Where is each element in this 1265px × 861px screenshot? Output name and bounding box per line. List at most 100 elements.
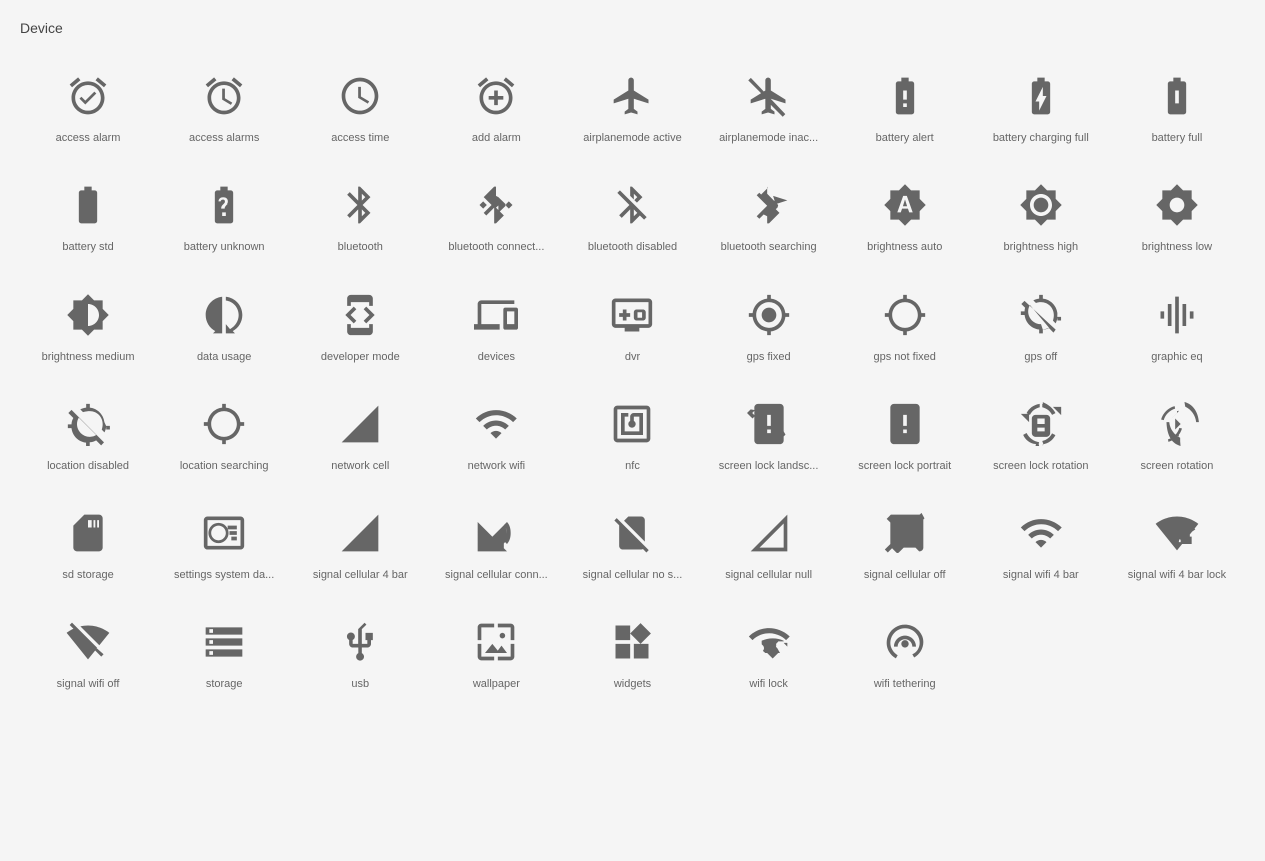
graphic-eq-icon: graphic eq [1109,275,1245,374]
brightness-medium-icon [63,290,113,340]
network-cell-icon: network cell [292,384,428,483]
icon-label: screen rotation [1141,459,1214,473]
icon-label: screen lock landsc... [719,459,819,473]
icon-label: signal wifi 4 bar [1003,568,1079,582]
icon-label: signal cellular off [864,568,946,582]
battery-full-icon [1152,71,1202,121]
gps-off-icon [1016,290,1066,340]
developer-mode-icon [335,290,385,340]
signal-cellular-null-icon: signal cellular null [701,493,837,592]
location-searching-icon [199,399,249,449]
screen-lock-portrait-icon: screen lock portrait [837,384,973,483]
icon-label: usb [351,677,369,691]
icon-label: network wifi [468,459,525,473]
network-wifi-icon: network wifi [428,384,564,483]
graphic-eq-icon [1152,290,1202,340]
wifi-lock-icon [744,617,794,667]
signal-cellular-connected-icon: signal cellular conn... [428,493,564,592]
icon-label: access alarms [189,131,259,145]
dvr-icon: dvr [564,275,700,374]
icon-label: location searching [180,459,269,473]
dvr-icon [607,290,657,340]
icon-label: battery std [62,240,113,254]
icon-label: airplanemode inac... [719,131,818,145]
icon-label: graphic eq [1151,350,1202,364]
access-alarm-icon: access alarm [20,56,156,155]
screen-lock-rotation-icon [1016,399,1066,449]
brightness-low-icon [1152,180,1202,230]
screen-lock-landscape-icon: screen lock landsc... [701,384,837,483]
icon-label: data usage [197,350,251,364]
bluetooth-icon [335,180,385,230]
access-alarms-icon [199,71,249,121]
airplanemode-inactive-icon [744,71,794,121]
icon-label: brightness auto [867,240,942,254]
icon-label: access alarm [56,131,121,145]
airplanemode-active-icon: airplanemode active [564,56,700,155]
brightness-low-icon: brightness low [1109,165,1245,264]
settings-system-daydream-icon [199,508,249,558]
icon-label: network cell [331,459,389,473]
icon-label: bluetooth searching [721,240,817,254]
icon-label: battery charging full [993,131,1089,145]
icon-label: developer mode [321,350,400,364]
bluetooth-connected-icon: bluetooth connect... [428,165,564,264]
icon-label: wifi lock [749,677,788,691]
gps-fixed-icon [744,290,794,340]
icon-label: settings system da... [174,568,274,582]
icon-label: gps not fixed [874,350,936,364]
icon-label: signal cellular null [725,568,812,582]
access-time-icon: access time [292,56,428,155]
brightness-auto-icon [880,180,930,230]
wallpaper-icon: wallpaper [428,602,564,701]
icon-label: battery unknown [184,240,265,254]
gps-fixed-icon: gps fixed [701,275,837,374]
nfc-icon: nfc [564,384,700,483]
icon-label: bluetooth [338,240,383,254]
wifi-lock-icon: wifi lock [701,602,837,701]
signal-wifi-4bar-icon: signal wifi 4 bar [973,493,1109,592]
signal-cellular-no-sim-icon: signal cellular no s... [564,493,700,592]
signal-wifi-4bar-lock-icon: signal wifi 4 bar lock [1109,493,1245,592]
sd-storage-icon: sd storage [20,493,156,592]
icon-label: gps fixed [747,350,791,364]
screen-lock-rotation-icon: screen lock rotation [973,384,1109,483]
devices-icon [471,290,521,340]
icon-label: devices [478,350,515,364]
signal-cellular-no-sim-icon [607,508,657,558]
bluetooth-connected-icon [471,180,521,230]
data-usage-icon: data usage [156,275,292,374]
network-cell-icon [335,399,385,449]
icon-label: signal wifi off [57,677,120,691]
widgets-icon: widgets [564,602,700,701]
brightness-high-icon [1016,180,1066,230]
icon-label: airplanemode active [583,131,681,145]
icon-label: screen lock portrait [858,459,951,473]
icon-label: screen lock rotation [993,459,1088,473]
airplanemode-inactive-icon: airplanemode inac... [701,56,837,155]
sd-storage-icon [63,508,113,558]
battery-alert-icon: battery alert [837,56,973,155]
icon-label: battery alert [876,131,934,145]
battery-std-icon: battery std [20,165,156,264]
brightness-auto-icon: brightness auto [837,165,973,264]
bluetooth-icon: bluetooth [292,165,428,264]
signal-wifi-off-icon: signal wifi off [20,602,156,701]
icon-label: wallpaper [473,677,520,691]
network-wifi-icon [471,399,521,449]
icon-label: brightness high [1004,240,1079,254]
screen-rotation-icon [1152,399,1202,449]
bluetooth-searching-icon: bluetooth searching [701,165,837,264]
wifi-tethering-icon [880,617,930,667]
wifi-tethering-icon: wifi tethering [837,602,973,701]
widgets-icon [607,617,657,667]
icon-label: add alarm [472,131,521,145]
battery-alert-icon [880,71,930,121]
bluetooth-searching-icon [744,180,794,230]
location-disabled-icon: location disabled [20,384,156,483]
icon-label: location disabled [47,459,129,473]
brightness-high-icon: brightness high [973,165,1109,264]
wallpaper-icon [471,617,521,667]
gps-off-icon: gps off [973,275,1109,374]
usb-icon [335,617,385,667]
